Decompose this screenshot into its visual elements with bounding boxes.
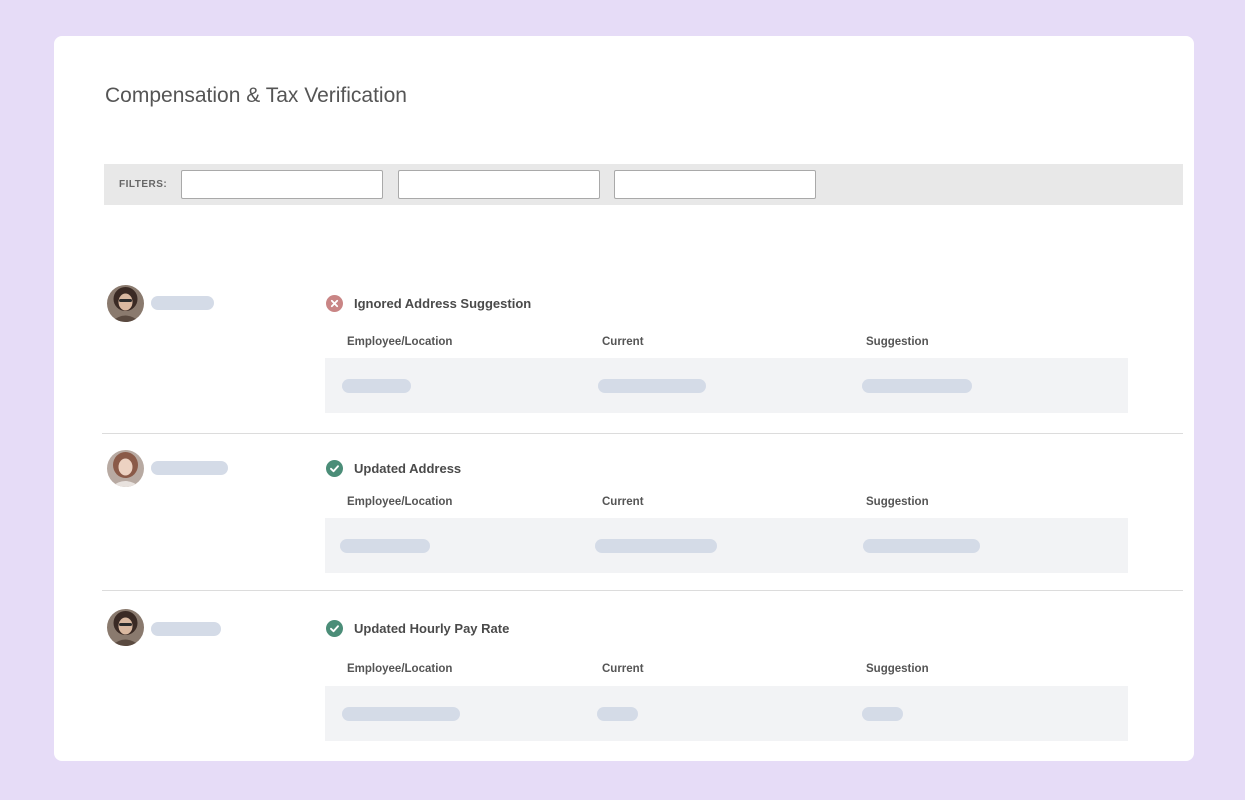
status-title: Updated Hourly Pay Rate <box>354 621 510 636</box>
employee-location-placeholder <box>342 379 411 393</box>
column-header-employee-location: Employee/Location <box>347 336 453 348</box>
column-header-suggestion: Suggestion <box>866 336 929 348</box>
current-value-placeholder <box>595 539 717 553</box>
column-header-employee-location: Employee/Location <box>347 496 453 508</box>
x-circle-icon <box>326 295 343 312</box>
suggestion-value-placeholder <box>862 707 903 721</box>
column-header-suggestion: Suggestion <box>866 496 929 508</box>
avatar <box>107 285 144 322</box>
employee-location-placeholder <box>342 707 460 721</box>
column-header-current: Current <box>602 336 644 348</box>
detail-row <box>325 358 1128 413</box>
verification-card: Compensation & Tax Verification FILTERS:… <box>54 36 1194 761</box>
verification-row: Ignored Address Suggestion Employee/Loca… <box>102 270 1183 434</box>
verification-row: Updated Hourly Pay Rate Employee/Locatio… <box>102 591 1183 761</box>
column-header-suggestion: Suggestion <box>866 663 929 675</box>
page-title: Compensation & Tax Verification <box>105 84 407 107</box>
detail-row <box>325 518 1128 573</box>
current-value-placeholder <box>597 707 638 721</box>
suggestion-value-placeholder <box>862 379 972 393</box>
status-title: Ignored Address Suggestion <box>354 296 532 311</box>
employee-location-placeholder <box>340 539 430 553</box>
column-header-current: Current <box>602 663 644 675</box>
employee-name-placeholder <box>151 296 214 310</box>
column-header-current: Current <box>602 496 644 508</box>
filter-input-2[interactable] <box>398 170 600 199</box>
check-circle-icon <box>326 460 343 477</box>
current-value-placeholder <box>598 379 706 393</box>
status-title: Updated Address <box>354 461 462 476</box>
avatar <box>107 609 144 646</box>
filter-bar: FILTERS: <box>104 164 1183 205</box>
filter-input-3[interactable] <box>614 170 816 199</box>
employee-name-placeholder <box>151 461 228 475</box>
suggestion-value-placeholder <box>863 539 980 553</box>
detail-row <box>325 686 1128 741</box>
verification-row: Updated Address Employee/Location Curren… <box>102 434 1183 591</box>
column-header-employee-location: Employee/Location <box>347 663 453 675</box>
check-circle-icon <box>326 620 343 637</box>
avatar <box>107 450 144 487</box>
filter-input-1[interactable] <box>181 170 383 199</box>
filters-label: FILTERS: <box>119 179 168 190</box>
employee-name-placeholder <box>151 622 221 636</box>
